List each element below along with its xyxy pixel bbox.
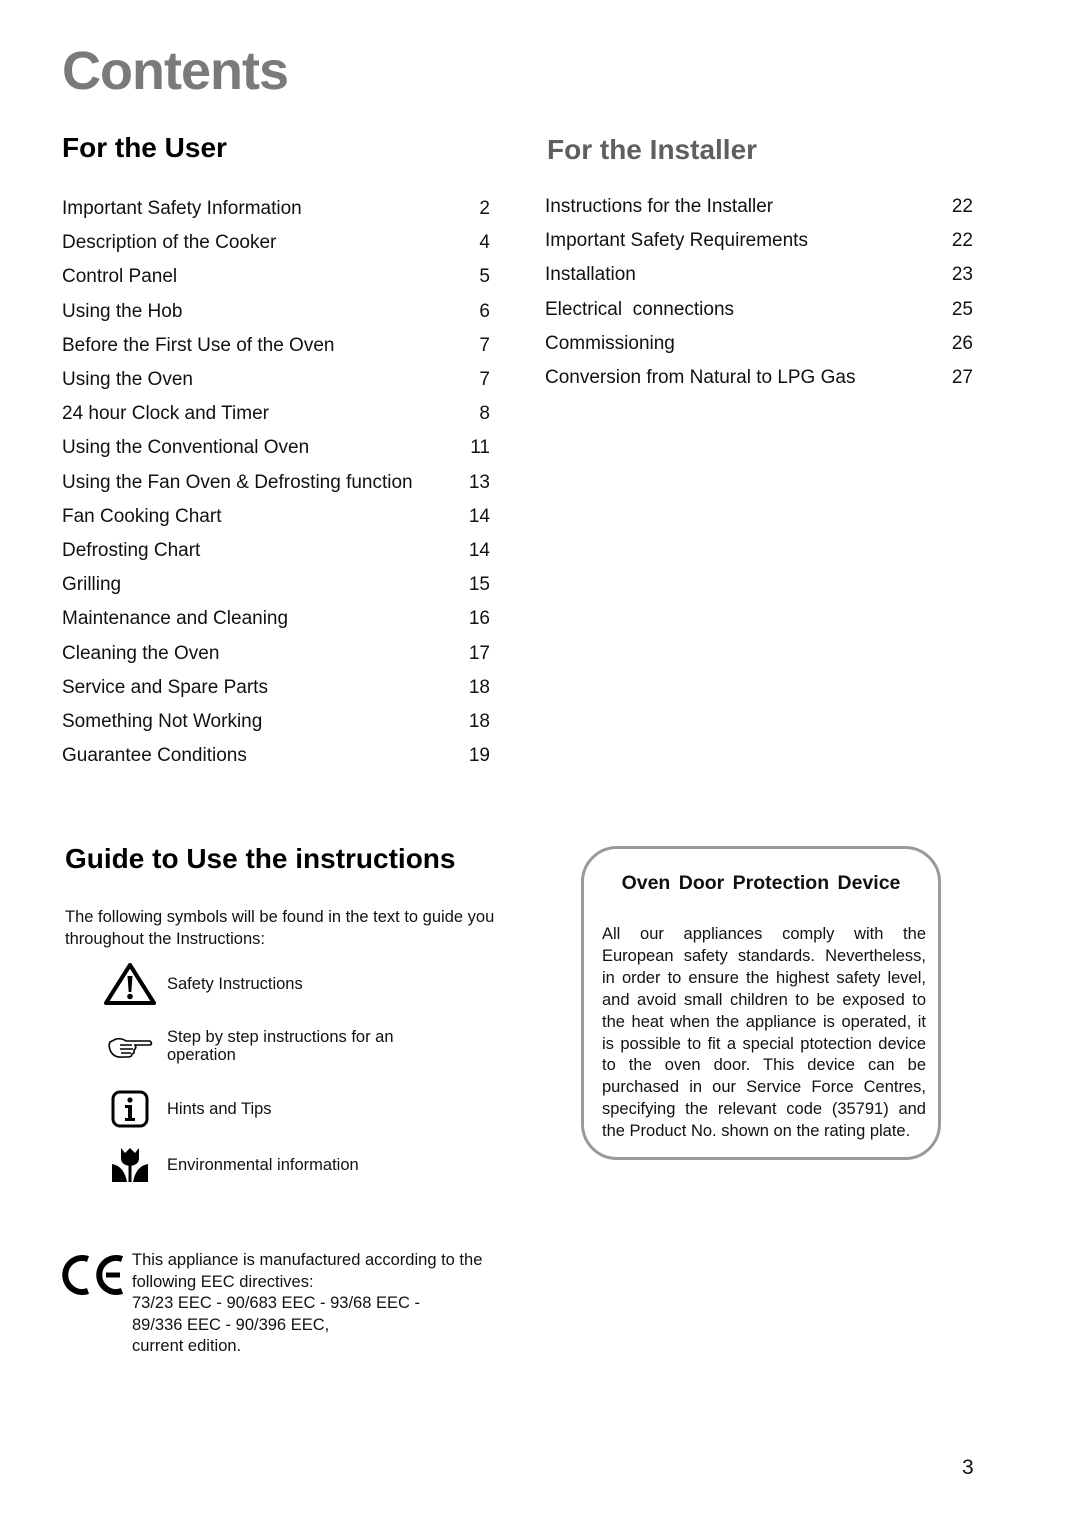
for-user-heading: For the User xyxy=(62,132,227,163)
toc-entry-label: Using the Conventional Oven xyxy=(62,437,310,459)
toc-entry[interactable]: Using the Fan Oven & Defrosting function… xyxy=(62,466,490,500)
toc-entry-label: 24 hour Clock and Timer xyxy=(62,403,269,425)
warning-triangle-icon xyxy=(100,962,160,1006)
toc-entry-label: Commissioning xyxy=(545,332,675,354)
symbol-row-environment: Environmental information xyxy=(100,1146,500,1184)
toc-entry-label: Control Panel xyxy=(62,266,178,288)
toc-entry-page: 2 xyxy=(479,198,490,219)
toc-entry-label: Important Safety Information xyxy=(62,198,302,219)
toc-entry[interactable]: Instructions for the Installer 22 xyxy=(545,190,973,224)
toc-entry-page: 18 xyxy=(468,711,490,733)
toc-entry-page: 8 xyxy=(479,403,490,425)
toc-entry-page: 22 xyxy=(951,230,973,252)
symbol-row-hints: Hints and Tips xyxy=(100,1090,500,1128)
oven-door-protection-box: Oven Door Protection Device All our appl… xyxy=(581,846,941,1160)
toc-entry-page: 11 xyxy=(470,437,490,459)
toc-entry[interactable]: Installation 23 xyxy=(545,258,973,292)
toc-entry-page: 6 xyxy=(479,300,490,322)
toc-entry-label: Something Not Working xyxy=(62,711,263,733)
toc-entry[interactable]: Grilling 15 xyxy=(62,568,490,602)
ce-mark-icon xyxy=(60,1250,126,1358)
ce-line-1: This appliance is manufactured according… xyxy=(132,1251,483,1291)
symbol-label: Step by step instructions for an operati… xyxy=(167,1028,394,1064)
guide-heading: Guide to Use the instructions xyxy=(65,843,456,874)
symbol-label: Environmental information xyxy=(167,1156,359,1174)
toc-entry-label: Important Safety Requirements xyxy=(545,230,808,252)
toc-entry-page: 16 xyxy=(468,608,490,630)
toc-entry-label: Conversion from Natural to LPG Gas xyxy=(545,367,856,389)
toc-entry-page: 14 xyxy=(468,505,490,527)
pointing-hand-icon xyxy=(100,1032,160,1060)
ce-line-2: 73/23 EEC - 90/683 EEC - 93/68 EEC - 89/… xyxy=(132,1294,420,1334)
toc-entry-label: Maintenance and Cleaning xyxy=(62,608,289,630)
toc-entry[interactable]: Something Not Working 18 xyxy=(62,705,490,739)
toc-entry[interactable]: Service and Spare Parts 18 xyxy=(62,671,490,705)
toc-entry[interactable]: Electrical connections 25 xyxy=(545,293,973,327)
toc-entry[interactable]: Maintenance and Cleaning 16 xyxy=(62,602,490,636)
toc-entry[interactable]: Fan Cooking Chart 14 xyxy=(62,500,490,534)
toc-entry-label: Grilling xyxy=(62,574,122,596)
toc-entry-page: 23 xyxy=(951,264,973,286)
symbol-label: Safety Instructions xyxy=(167,975,303,993)
toc-entry-page: 18 xyxy=(468,676,490,698)
tulip-icon xyxy=(100,1146,160,1184)
symbol-label: Hints and Tips xyxy=(167,1100,272,1118)
toc-entry-page: 7 xyxy=(479,334,490,356)
guide-intro-text: The following symbols will be found in t… xyxy=(65,908,495,948)
toc-entry-label: Instructions for the Installer xyxy=(545,196,774,217)
toc-entry-label: Before the First Use of the Oven xyxy=(62,334,335,356)
toc-entry-label: Using the Fan Oven & Defrosting function xyxy=(62,471,413,493)
toc-entry[interactable]: 24 hour Clock and Timer 8 xyxy=(62,397,490,431)
ce-line-3: current edition. xyxy=(132,1337,242,1356)
box-title: Oven Door Protection Device xyxy=(621,872,901,894)
page-title: Contents xyxy=(62,41,289,101)
info-icon xyxy=(100,1090,160,1128)
toc-entry[interactable]: Cleaning the Oven 17 xyxy=(62,637,490,671)
toc-entry[interactable]: Guarantee Conditions 19 xyxy=(62,739,490,773)
toc-entry-page: 5 xyxy=(479,266,490,288)
symbol-row-safety: Safety Instructions xyxy=(100,962,500,1006)
toc-entry-page: 17 xyxy=(468,642,490,664)
toc-entry[interactable]: Control Panel 5 xyxy=(62,260,490,294)
toc-entry-label: Fan Cooking Chart xyxy=(62,505,222,527)
toc-entry-page: 19 xyxy=(468,745,490,767)
toc-entry[interactable]: Important Safety Information 2 xyxy=(62,192,490,226)
toc-entry-page: 27 xyxy=(951,367,973,389)
toc-entry-page: 22 xyxy=(951,196,973,217)
user-toc-list: Important Safety Information 2 Description… xyxy=(62,192,490,773)
toc-entry-page: 15 xyxy=(468,574,490,596)
toc-entry[interactable]: Using the Oven 7 xyxy=(62,363,490,397)
toc-entry-label: Using the Hob xyxy=(62,300,183,322)
toc-entry-label: Service and Spare Parts xyxy=(62,676,268,698)
toc-entry-page: 25 xyxy=(951,298,973,320)
toc-entry-page: 26 xyxy=(951,332,973,354)
toc-entry-label: Using the Oven xyxy=(62,369,193,391)
toc-entry-page: 13 xyxy=(468,471,490,493)
ce-notice: This appliance is manufactured according… xyxy=(60,1250,502,1358)
toc-entry-label: Defrosting Chart xyxy=(62,540,201,562)
toc-entry-label: Electrical connections xyxy=(545,298,735,320)
box-body: All our appliances comply with the Europ… xyxy=(602,925,926,1141)
toc-entry-label: Installation xyxy=(545,264,636,286)
toc-entry-label: Cleaning the Oven xyxy=(62,642,220,664)
toc-entry-page: 7 xyxy=(479,369,490,391)
toc-entry[interactable]: Commissioning 26 xyxy=(545,327,973,361)
toc-entry[interactable]: Before the First Use of the Oven 7 xyxy=(62,329,490,363)
toc-entry-label: Guarantee Conditions xyxy=(62,745,247,767)
installer-toc-list: Instructions for the Installer 22 Importan… xyxy=(545,190,973,395)
toc-entry[interactable]: Using the Hob 6 xyxy=(62,295,490,329)
for-installer-heading: For the Installer xyxy=(547,134,758,165)
toc-entry-page: 4 xyxy=(479,232,490,254)
symbol-row-step: Step by step instructions for an operati… xyxy=(100,1028,500,1064)
toc-entry[interactable]: Defrosting Chart 14 xyxy=(62,534,490,568)
toc-entry[interactable]: Description of the Cooker 4 xyxy=(62,226,490,260)
toc-entry[interactable]: Using the Conventional Oven 11 xyxy=(62,431,490,465)
toc-entry[interactable]: Conversion from Natural to LPG Gas 27 xyxy=(545,361,973,395)
toc-entry-label: Description of the Cooker xyxy=(62,232,277,254)
page-number: 3 xyxy=(962,1456,974,1479)
toc-entry[interactable]: Important Safety Requirements 22 xyxy=(545,224,973,258)
toc-entry-page: 14 xyxy=(468,540,490,562)
